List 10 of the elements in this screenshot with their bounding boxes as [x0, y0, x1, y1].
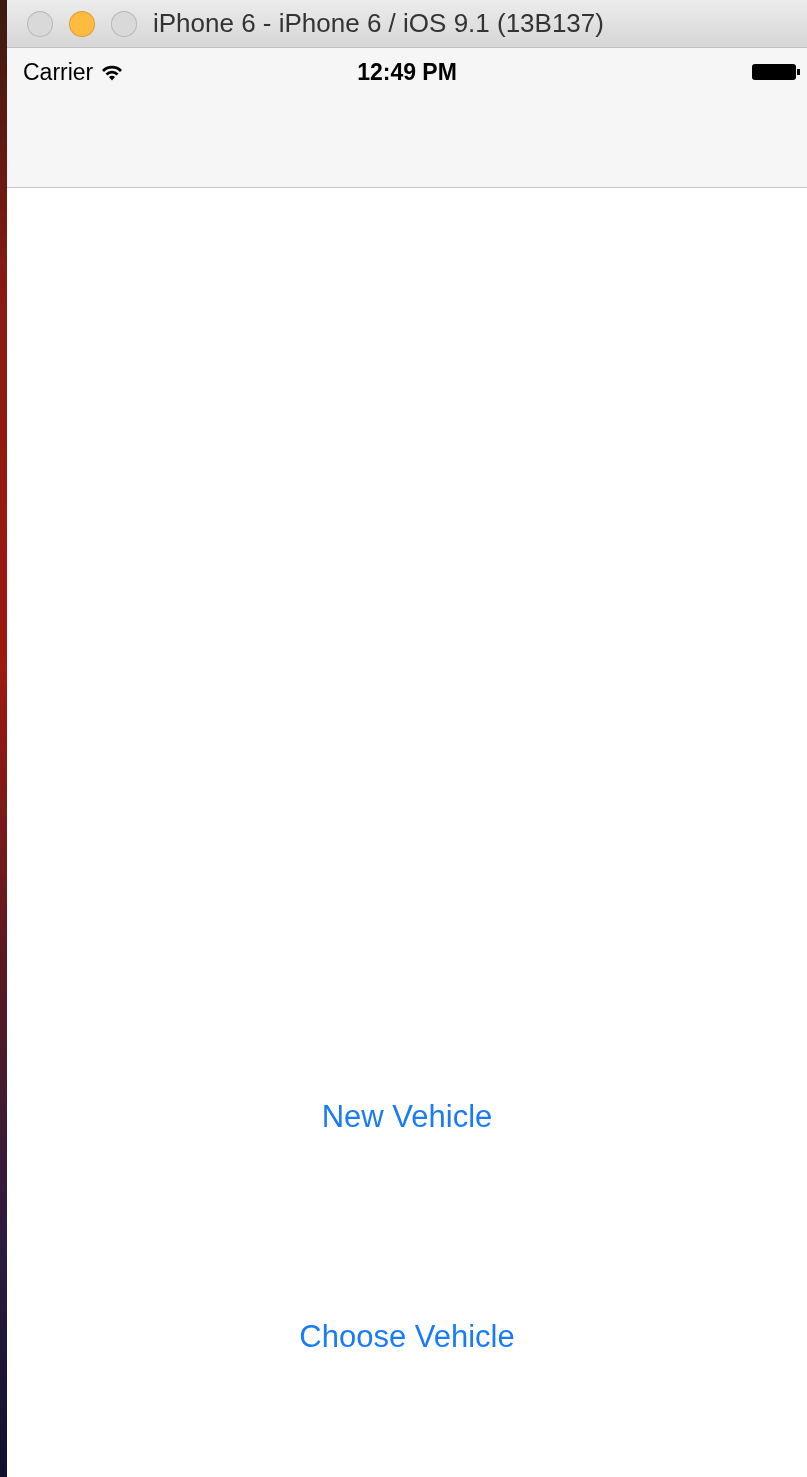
vehicle-button[interactable]: Choose Vehicle [299, 1320, 515, 1354]
wifi-icon [101, 63, 124, 81]
window-control-icon[interactable] [111, 10, 137, 37]
vehicle-button[interactable]: New Vehicle [321, 1100, 493, 1134]
window-control-icon[interactable] [69, 10, 95, 37]
status-time: 12:49 PM [357, 58, 457, 86]
window-control-icon[interactable] [27, 10, 53, 37]
battery-icon [751, 62, 801, 82]
carrier-label: Carrier [23, 58, 94, 86]
window-title: iPhone 6 - iPhone 6 / iOS 9.1 (13B137) [153, 8, 604, 39]
